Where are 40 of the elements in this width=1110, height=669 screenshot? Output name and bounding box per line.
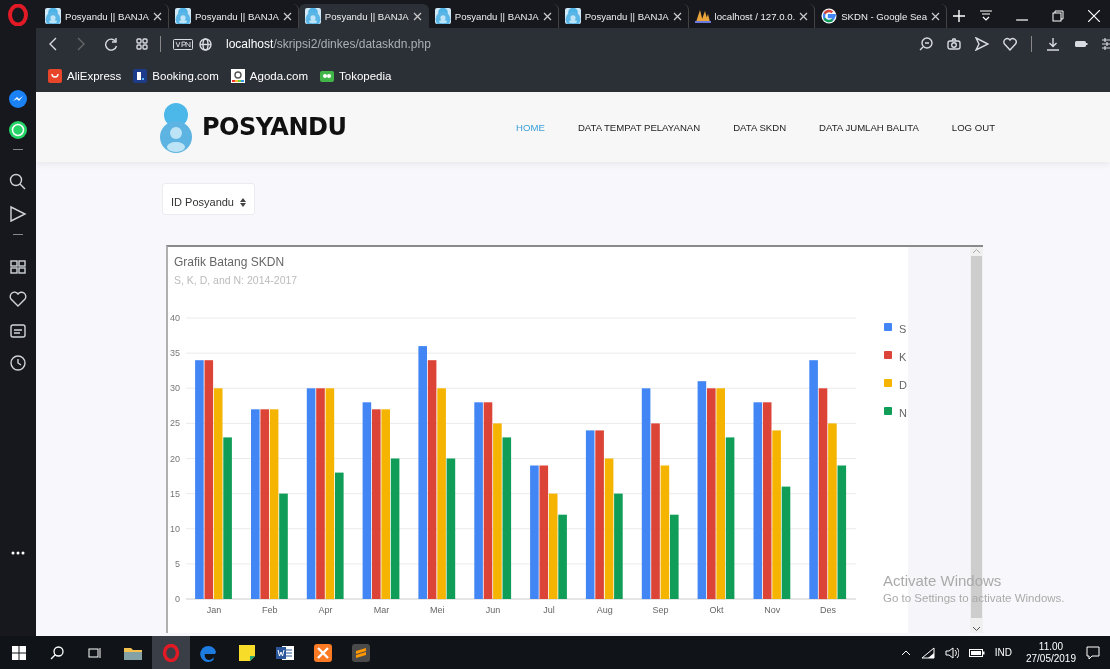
axis-label: Aug: [596, 605, 613, 615]
select-field[interactable]: ID Posyandu: [162, 183, 255, 215]
bookmark-link[interactable]: Booking.com: [133, 69, 219, 83]
nav-link[interactable]: DATA TEMPAT PELAYANAN: [577, 121, 701, 133]
browser-tab[interactable]: Posyandu || BANJA: [298, 4, 429, 28]
axis-label: 5: [175, 558, 180, 569]
axis-label: 0: [175, 594, 180, 604]
clock[interactable]: 11.00 27/05/2019: [1025, 640, 1076, 665]
bookmark-link[interactable]: AliExpress: [48, 69, 122, 83]
axis-label: Jan: [206, 605, 222, 615]
axis-label: 10: [170, 523, 180, 534]
axis-label: Nov: [764, 605, 781, 615]
bookmark-link[interactable]: Tokopedia: [320, 69, 392, 83]
legend-label: K: [899, 351, 907, 363]
axis-label: Mei: [430, 605, 445, 615]
brand-name: POSYANDU: [202, 113, 347, 141]
axis-label: Okt: [709, 605, 724, 615]
legend-label: S: [899, 323, 907, 335]
axis-label: Sep: [652, 605, 669, 615]
nav-link[interactable]: DATA SKDN: [733, 121, 787, 133]
axis-label: 35: [170, 348, 180, 359]
axis-label: 15: [170, 488, 180, 499]
legend-label: N: [899, 407, 907, 419]
axis-label: Jun: [485, 605, 501, 615]
axis-label: 20: [170, 453, 180, 464]
legend-label: D: [899, 379, 907, 391]
language-indicator[interactable]: IND: [994, 647, 1012, 658]
chart-title: Grafik Batang SKDN: [174, 255, 285, 269]
axis-label: Jul: [543, 605, 555, 615]
axis-label: Mar: [373, 605, 390, 615]
axis-label: 25: [170, 418, 180, 429]
nav-link[interactable]: DATA JUMLAH BALITA: [819, 121, 919, 133]
axis-label: Des: [820, 605, 837, 615]
nav-link[interactable]: LOG OUT: [951, 121, 995, 133]
axis-label: Apr: [318, 605, 333, 615]
bookmark-link[interactable]: Agoda.com: [230, 69, 308, 83]
chart-subtitle: S, K, D, and N: 2014-2017: [174, 274, 298, 286]
axis-label: 40: [170, 313, 180, 323]
axis-label: 30: [170, 383, 180, 394]
axis-label: Feb: [262, 605, 278, 615]
